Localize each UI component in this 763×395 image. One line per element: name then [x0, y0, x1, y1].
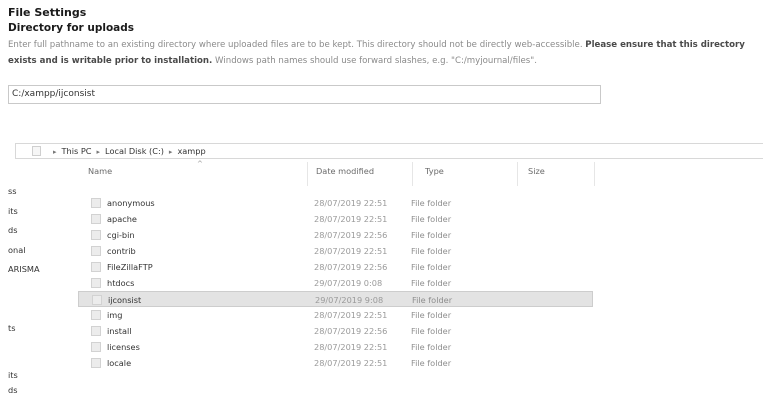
description-hint: Windows path names should use forward sl…: [215, 56, 537, 66]
file-date: 29/07/2019 9:08: [315, 295, 384, 305]
column-divider[interactable]: [594, 162, 595, 186]
column-divider[interactable]: [517, 162, 518, 186]
nav-item[interactable]: ds: [8, 385, 17, 395]
folder-icon: [91, 342, 101, 352]
file-date: 28/07/2019 22:56: [314, 326, 388, 336]
file-name: FileZillaFTP: [107, 262, 153, 272]
file-type: File folder: [411, 230, 452, 240]
file-row[interactable]: cgi-bin 28/07/2019 22:56 File folder: [78, 227, 593, 243]
file-row[interactable]: install 28/07/2019 22:56 File folder: [78, 323, 593, 339]
chevron-right-icon: ▸: [96, 148, 101, 156]
field-label: Directory for uploads: [8, 22, 135, 34]
file-row[interactable]: apache 28/07/2019 22:51 File folder: [78, 211, 593, 227]
file-date: 28/07/2019 22:51: [314, 342, 388, 352]
file-type: File folder: [411, 262, 452, 272]
file-type: File folder: [411, 326, 452, 336]
folder-icon: [91, 310, 101, 320]
breadcrumb-item[interactable]: Local Disk (C:): [105, 146, 164, 156]
file-row[interactable]: FileZillaFTP 28/07/2019 22:56 File folder: [78, 259, 593, 275]
file-row[interactable]: htdocs 29/07/2019 0:08 File folder: [78, 275, 593, 291]
folder-icon: [32, 146, 41, 156]
nav-item[interactable]: ds: [8, 225, 17, 235]
breadcrumb: ▸ This PC ▸ Local Disk (C:) ▸ xampp: [48, 144, 206, 159]
file-date: 28/07/2019 22:51: [314, 358, 388, 368]
file-name: contrib: [107, 246, 136, 256]
file-row[interactable]: anonymous 28/07/2019 22:51 File folder: [78, 195, 593, 211]
column-header-type[interactable]: Type: [425, 166, 444, 176]
file-name: img: [107, 310, 123, 320]
folder-icon: [91, 278, 101, 288]
column-divider[interactable]: [307, 162, 308, 186]
file-date: 28/07/2019 22:56: [314, 262, 388, 272]
folder-icon: [91, 230, 101, 240]
folder-icon: [91, 358, 101, 368]
nav-item[interactable]: ts: [8, 323, 15, 333]
file-type: File folder: [411, 198, 452, 208]
folder-icon: [91, 246, 101, 256]
nav-item[interactable]: ARISMA: [8, 264, 40, 274]
file-date: 28/07/2019 22:51: [314, 310, 388, 320]
file-type: File folder: [412, 295, 453, 305]
file-type: File folder: [411, 246, 452, 256]
section-title: File Settings: [8, 6, 87, 19]
nav-item[interactable]: ss: [8, 186, 17, 196]
file-row[interactable]: contrib 28/07/2019 22:51 File folder: [78, 243, 593, 259]
file-name: cgi-bin: [107, 230, 135, 240]
file-type: File folder: [411, 278, 452, 288]
nav-item[interactable]: onal: [8, 245, 26, 255]
folder-icon: [91, 326, 101, 336]
file-row[interactable]: img 28/07/2019 22:51 File folder: [78, 307, 593, 323]
file-type: File folder: [411, 214, 452, 224]
file-row[interactable]: licenses 28/07/2019 22:51 File folder: [78, 339, 593, 355]
file-name: locale: [107, 358, 132, 368]
file-date: 28/07/2019 22:51: [314, 246, 388, 256]
nav-item[interactable]: its: [8, 206, 18, 216]
breadcrumb-item[interactable]: xampp: [177, 146, 205, 156]
folder-icon: [91, 262, 101, 272]
file-type: File folder: [411, 310, 452, 320]
file-name: htdocs: [107, 278, 135, 288]
column-header-size[interactable]: Size: [528, 166, 545, 176]
chevron-right-icon: ▸: [53, 148, 57, 156]
file-type: File folder: [411, 358, 452, 368]
file-type: File folder: [411, 342, 452, 352]
sort-ascending-icon: ^: [197, 160, 203, 168]
column-header-name[interactable]: Name: [88, 166, 112, 176]
nav-item[interactable]: its: [8, 370, 18, 380]
file-name: apache: [107, 214, 137, 224]
file-date: 28/07/2019 22:51: [314, 198, 388, 208]
file-name: ijconsist: [108, 295, 142, 305]
column-divider[interactable]: [412, 162, 413, 186]
chevron-right-icon: ▸: [168, 148, 173, 156]
folder-icon: [92, 295, 102, 305]
folder-icon: [91, 214, 101, 224]
navigation-pane: ss its ds onal ARISMA ts its ds: [0, 165, 75, 395]
description-text: Enter full pathname to an existing direc…: [8, 40, 583, 50]
file-settings-section: File Settings Directory for uploads Ente…: [8, 6, 758, 69]
file-row[interactable]: locale 28/07/2019 22:51 File folder: [78, 355, 593, 371]
file-date: 29/07/2019 0:08: [314, 278, 383, 288]
column-header-date[interactable]: Date modified: [316, 166, 374, 176]
file-date: 28/07/2019 22:56: [314, 230, 388, 240]
breadcrumb-item[interactable]: This PC: [62, 146, 92, 156]
file-name: licenses: [107, 342, 140, 352]
file-name: install: [107, 326, 132, 336]
file-name: anonymous: [107, 198, 155, 208]
field-description: Enter full pathname to an existing direc…: [8, 37, 758, 69]
file-row-selected[interactable]: ijconsist 29/07/2019 9:08 File folder: [78, 291, 593, 307]
address-bar[interactable]: ▸ This PC ▸ Local Disk (C:) ▸ xampp: [15, 143, 763, 159]
file-date: 28/07/2019 22:51: [314, 214, 388, 224]
upload-directory-input[interactable]: C:/xampp/ijconsist: [8, 85, 601, 104]
folder-icon: [91, 198, 101, 208]
